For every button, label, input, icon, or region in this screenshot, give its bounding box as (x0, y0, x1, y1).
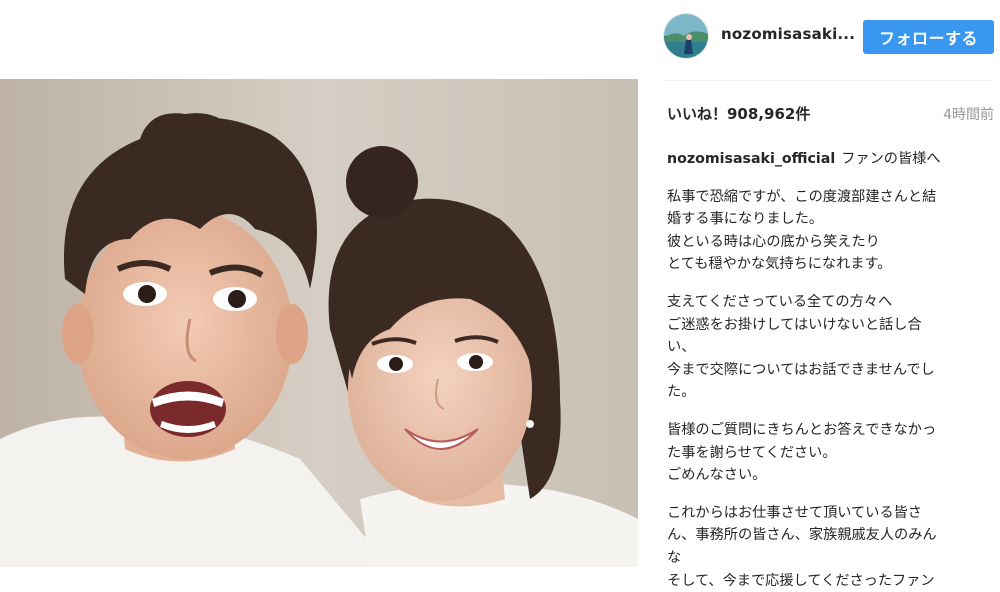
caption-line: ご迷惑をお掛けしてはいけないと話し合 (667, 314, 997, 337)
couple-photo-image (0, 79, 638, 567)
paragraph-gap (667, 404, 997, 419)
post-side-panel: nozomisasaki... フォローする いいね！908,962件 4時間前… (650, 0, 1000, 567)
caption-first-line: nozomisasaki_official ファンの皆様へ (667, 148, 997, 171)
caption-line: 今まで交際についてはお話できませんでし (667, 359, 997, 382)
post-caption: nozomisasaki_official ファンの皆様へ 私事で恐縮ですが、この… (667, 148, 997, 592)
caption-line: 私事で恐縮ですが、この度渡部建さんと結 (667, 186, 997, 209)
caption-line: とても穏やかな気持ちになれます。 (667, 253, 997, 276)
caption-username[interactable]: nozomisasaki_official (667, 151, 835, 167)
follow-button[interactable]: フォローする (863, 20, 994, 54)
avatar[interactable] (664, 14, 708, 58)
caption-line: 支えてくださっている全ての方々へ (667, 291, 997, 314)
avatar-image (664, 14, 708, 58)
paragraph-gap (667, 171, 997, 186)
caption-line: な (667, 547, 997, 570)
author-username[interactable]: nozomisasaki... (721, 25, 855, 43)
paragraph-gap (667, 276, 997, 291)
caption-line: 婚する事になりました。 (667, 208, 997, 231)
post-timestamp[interactable]: 4時間前 (943, 104, 994, 124)
caption-line: ん、事務所の皆さん、家族親戚友人のみん (667, 524, 997, 547)
paragraph-gap (667, 487, 997, 502)
post-photo[interactable] (0, 79, 638, 567)
caption-line: た事を謝らせてください。 (667, 442, 997, 465)
caption-line: 彼といる時は心の底から笑えたり (667, 231, 997, 254)
caption-line: そして、今まで応援してくださったファン (667, 570, 997, 592)
caption-line: い、 (667, 336, 997, 359)
caption-line: 皆様のご質問にきちんとお答えできなかっ (667, 419, 997, 442)
likes-count[interactable]: いいね！908,962件 (667, 103, 810, 124)
caption-line: これからはお仕事させて頂いている皆さ (667, 502, 997, 525)
caption-line: た。 (667, 381, 997, 404)
caption-opening: ファンの皆様へ (841, 151, 940, 167)
caption-line: ごめんなさい。 (667, 464, 997, 487)
header-divider (664, 80, 994, 81)
post-header: nozomisasaki... フォローする (650, 12, 1000, 64)
